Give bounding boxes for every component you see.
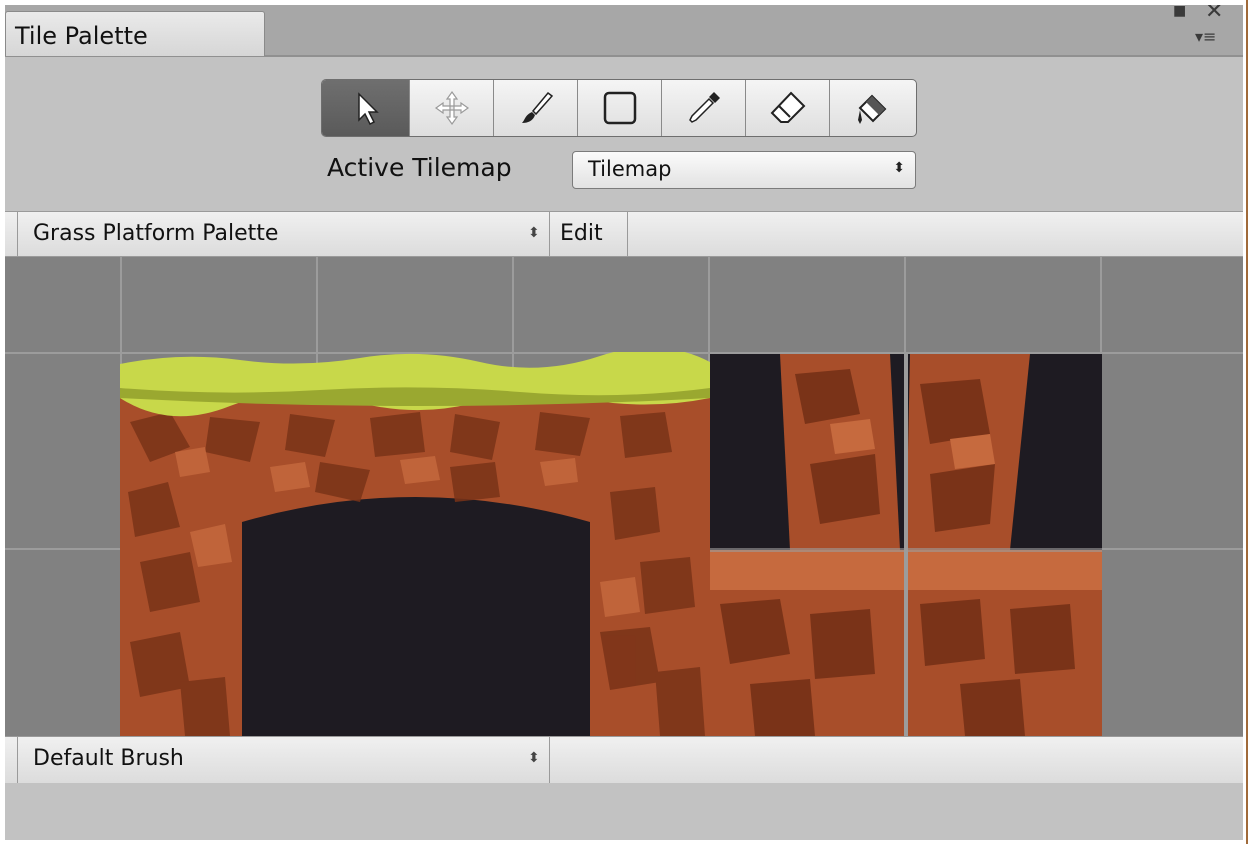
active-tilemap-dropdown[interactable]: Tilemap ⬍ — [572, 151, 916, 189]
move-tool-button[interactable] — [409, 80, 493, 136]
palette-dropdown[interactable]: Grass Platform Palette ⬍ — [18, 212, 549, 256]
dropdown-arrow-icon: ⬍ — [893, 160, 905, 176]
tile-grid-canvas[interactable] — [5, 257, 1243, 736]
eraser-icon — [770, 91, 805, 123]
palette-bar: Grass Platform Palette ⬍ Edit — [5, 211, 1243, 257]
pick-tool-button[interactable] — [661, 80, 745, 136]
paintbrush-icon — [521, 91, 553, 123]
window-edge — [1246, 0, 1248, 844]
tool-bar — [321, 79, 917, 137]
rock-wall-tiles[interactable] — [710, 354, 1102, 736]
brush-name: Default Brush — [33, 746, 184, 771]
maximize-icon[interactable]: ■ — [1173, 5, 1186, 19]
move-arrows-icon — [434, 90, 469, 126]
brush-inspector-area — [5, 783, 1243, 840]
grass-arch-tiles[interactable] — [120, 352, 710, 736]
palette-name: Grass Platform Palette — [33, 221, 279, 246]
tab-tile-palette[interactable]: Tile Palette — [5, 11, 265, 56]
tile-palette-window: Tile Palette ■ ✕ ▾≡ Active Tilemap Tilem… — [5, 5, 1243, 840]
eyedropper-icon — [688, 92, 720, 123]
box-fill-tool-button[interactable] — [577, 80, 661, 136]
tab-title: Tile Palette — [15, 22, 148, 50]
select-tool-button[interactable] — [322, 80, 409, 136]
fill-tool-button[interactable] — [829, 80, 913, 136]
rectangle-icon — [603, 91, 636, 125]
paint-bucket-icon — [857, 94, 886, 124]
edit-button[interactable]: Edit — [560, 221, 603, 246]
select-arrow-icon — [357, 92, 379, 126]
title-bar: Tile Palette ■ ✕ ▾≡ — [5, 5, 1243, 57]
active-tilemap-label: Active Tilemap — [327, 153, 512, 182]
paint-tool-button[interactable] — [493, 80, 577, 136]
brush-dropdown-arrow-icon: ⬍ — [528, 750, 540, 766]
brush-bar: Default Brush ⬍ — [5, 736, 1243, 784]
palette-dropdown-arrow-icon: ⬍ — [528, 225, 540, 241]
brush-dropdown[interactable]: Default Brush ⬍ — [18, 737, 549, 783]
window-menu-icon[interactable]: ▾≡ — [1195, 27, 1216, 46]
close-icon[interactable]: ✕ — [1205, 5, 1223, 24]
erase-tool-button[interactable] — [745, 80, 829, 136]
active-tilemap-value: Tilemap — [588, 157, 672, 181]
